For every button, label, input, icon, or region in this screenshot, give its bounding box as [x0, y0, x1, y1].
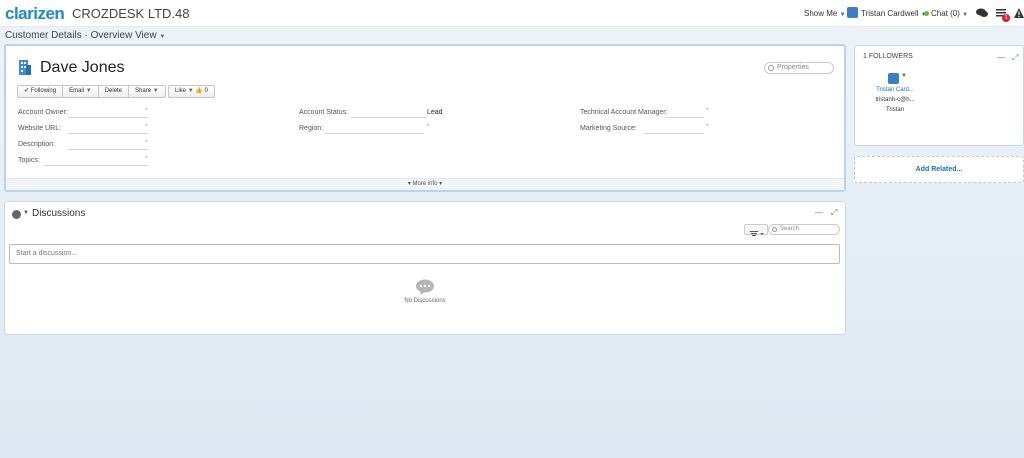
account-owner-field[interactable]	[68, 117, 148, 118]
alert-icon[interactable]	[1014, 8, 1024, 18]
speech-bubble-icon	[416, 279, 434, 295]
top-bar: clarizen CROZDESK LTD.48 Show Me ▼ Trist…	[0, 0, 1024, 27]
more-info-toggle[interactable]: ▾ More info ▾	[6, 178, 844, 190]
following-label: Following	[30, 88, 57, 94]
properties-placeholder: Properties	[777, 64, 809, 71]
chevron-down-icon: ▼	[187, 88, 194, 94]
breadcrumb-customer-details[interactable]: Customer Details	[5, 30, 82, 41]
empty-state-text: No Discussions	[404, 298, 446, 304]
like-count: 0	[204, 88, 208, 94]
follower-avatar[interactable]	[888, 73, 899, 84]
share-label: Share	[135, 88, 152, 94]
user-menu[interactable]: Tristan Cardwell ▼	[861, 9, 927, 18]
start-discussion-input[interactable]: Start a discussion...	[9, 244, 840, 264]
delete-button[interactable]: Delete	[99, 86, 130, 97]
filter-button[interactable]	[744, 224, 768, 236]
show-me-menu[interactable]: Show Me ▼	[804, 9, 846, 18]
minimize-icon[interactable]: —	[815, 208, 823, 217]
description-field[interactable]	[68, 149, 148, 150]
followers-panel: 1 FOLLOWERS — ⤢ ▼ Tristan Card... trista…	[854, 45, 1024, 146]
page-title: Dave Jones	[40, 59, 125, 76]
app-logo[interactable]: clarizen	[5, 4, 65, 24]
chat-label: Chat (0)	[931, 9, 960, 18]
user-avatar[interactable]	[847, 7, 858, 18]
chevron-down-icon[interactable]: ▼	[23, 210, 29, 216]
following-button[interactable]: ✔ Following	[18, 86, 64, 97]
online-status-icon	[924, 11, 929, 16]
expand-icon[interactable]: ⤢	[831, 208, 837, 218]
required-marker: *	[145, 140, 148, 146]
action-toolbar: ✔ Following Email ▼ Delete Share ▼	[17, 85, 166, 98]
add-related-link[interactable]: Add Related...	[855, 166, 1023, 173]
discussions-search-input[interactable]: Search	[768, 224, 840, 235]
like-button[interactable]: Like ▼ 👍 0	[168, 85, 215, 98]
marketing-source-label: Marketing Source:	[580, 125, 637, 132]
breadcrumb-separator: ·	[84, 30, 88, 41]
required-marker: *	[145, 108, 148, 114]
search-icon	[772, 227, 777, 232]
topics-field[interactable]	[44, 165, 148, 166]
account-status-value[interactable]: Lead	[427, 109, 443, 116]
chevron-down-icon: ▼	[962, 12, 969, 18]
minimize-icon[interactable]: —	[997, 53, 1005, 62]
like-label: Like	[175, 88, 187, 94]
breadcrumb-overview-view[interactable]: Overview View	[91, 30, 157, 41]
followers-title: 1 FOLLOWERS	[863, 53, 913, 60]
required-marker: *	[706, 124, 709, 130]
follower-name-link[interactable]: Tristan Card...	[865, 87, 925, 93]
marketing-source-field[interactable]	[644, 133, 704, 134]
required-marker: *	[145, 124, 148, 130]
follower-first-name: Tristan	[885, 107, 905, 113]
account-status-field[interactable]	[351, 117, 426, 118]
building-icon	[19, 60, 31, 75]
filter-icon	[750, 231, 764, 236]
chevron-down-icon: ▼	[85, 88, 92, 94]
share-button[interactable]: Share ▼	[129, 86, 165, 97]
gear-icon[interactable]	[12, 210, 21, 219]
email-label: Email	[69, 88, 85, 94]
discussions-panel: ▼ Discussions — ⤢	[4, 201, 846, 335]
description-label: Description:	[18, 141, 55, 148]
entity-panel: Dave Jones Properties ✔ Following Email …	[4, 44, 846, 192]
thumbs-up-icon: 👍	[195, 88, 203, 94]
chevron-down-icon: ▼	[839, 12, 846, 18]
website-url-label: Website URL:	[18, 125, 62, 132]
discussions-search-placeholder: Search	[780, 226, 800, 232]
region-field[interactable]	[324, 133, 424, 134]
chat-menu[interactable]: Chat (0) ▼	[931, 9, 968, 18]
required-marker: *	[427, 124, 430, 130]
delete-label: Delete	[104, 88, 123, 94]
show-me-label: Show Me	[804, 9, 838, 18]
technical-account-manager-field[interactable]	[666, 117, 704, 118]
discussions-title: Discussions	[32, 208, 86, 219]
properties-search-input[interactable]: Properties	[764, 62, 834, 74]
email-button[interactable]: Email ▼	[63, 86, 99, 97]
chevron-down-icon[interactable]: ▼	[159, 34, 165, 40]
chat-bubbles-icon[interactable]	[976, 8, 988, 18]
required-marker: *	[706, 108, 709, 114]
company-name: CROZDESK LTD.48	[72, 6, 190, 21]
user-name: Tristan Cardwell	[861, 9, 919, 18]
chevron-down-icon[interactable]: ▼	[901, 73, 907, 79]
notification-badge: 1	[1002, 14, 1010, 22]
follower-email: tristanh-c@h...	[875, 97, 915, 103]
chevron-down-icon: ▼	[152, 88, 159, 94]
topics-label: Topics:	[18, 157, 40, 164]
account-owner-label: Account Owner:	[18, 109, 68, 116]
region-label: Region:	[299, 125, 324, 132]
expand-icon[interactable]: ⤢	[1012, 53, 1018, 63]
website-url-field[interactable]	[68, 133, 148, 134]
account-status-label: Account Status:	[299, 109, 349, 116]
checkmark-icon: ✔	[24, 88, 30, 94]
breadcrumb: Customer Details · Overview View ▼	[5, 30, 165, 41]
add-related-panel: Add Related...	[854, 156, 1024, 183]
technical-account-manager-label: Technical Account Manager:	[580, 109, 668, 116]
search-icon	[768, 65, 774, 71]
required-marker: *	[145, 156, 148, 162]
